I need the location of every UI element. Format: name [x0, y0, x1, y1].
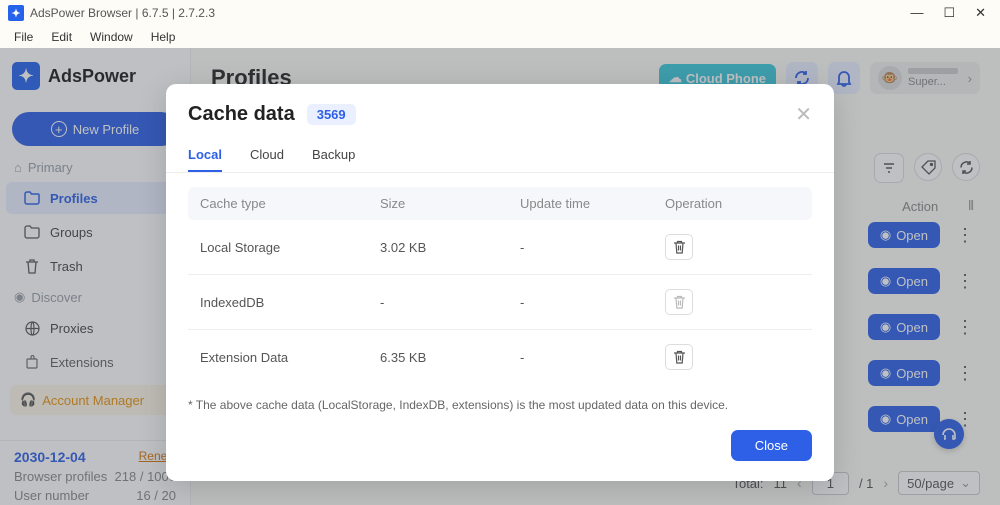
cell-update: - — [520, 240, 665, 255]
tab-cloud[interactable]: Cloud — [250, 139, 284, 172]
cache-data-modal: Cache data 3569 ✕ Local Cloud Backup Cac… — [166, 84, 834, 481]
cell-type: Local Storage — [200, 240, 380, 255]
maximize-button[interactable]: ☐ — [943, 5, 955, 21]
menubar: File Edit Window Help — [0, 26, 1000, 48]
window-title: AdsPower Browser | 6.7.5 | 2.7.2.3 — [30, 6, 215, 20]
menu-file[interactable]: File — [6, 28, 41, 46]
th-cache-type: Cache type — [200, 196, 380, 211]
app-icon: ✦ — [8, 5, 24, 21]
modal-close-button[interactable]: ✕ — [795, 102, 812, 127]
table-row: IndexedDB - - — [188, 275, 812, 330]
cell-type: IndexedDB — [200, 295, 380, 310]
menu-edit[interactable]: Edit — [43, 28, 80, 46]
delete-button[interactable] — [665, 344, 693, 370]
minimize-button[interactable]: — — [910, 5, 923, 21]
modal-title: Cache data — [188, 103, 295, 126]
cell-size: 6.35 KB — [380, 350, 520, 365]
cell-update: - — [520, 350, 665, 365]
close-window-button[interactable]: ✕ — [975, 5, 986, 21]
delete-button[interactable] — [665, 289, 693, 315]
table-row: Local Storage 3.02 KB - — [188, 220, 812, 275]
table-header: Cache type Size Update time Operation — [188, 187, 812, 220]
tab-local[interactable]: Local — [188, 139, 222, 172]
modal-overlay: Cache data 3569 ✕ Local Cloud Backup Cac… — [0, 48, 1000, 505]
menu-window[interactable]: Window — [82, 28, 141, 46]
delete-button[interactable] — [665, 234, 693, 260]
th-operation: Operation — [665, 196, 800, 211]
cell-size: - — [380, 295, 520, 310]
cell-size: 3.02 KB — [380, 240, 520, 255]
th-size: Size — [380, 196, 520, 211]
menu-help[interactable]: Help — [143, 28, 184, 46]
close-button[interactable]: Close — [731, 430, 812, 461]
cell-update: - — [520, 295, 665, 310]
modal-note: * The above cache data (LocalStorage, In… — [166, 384, 834, 416]
table-row: Extension Data 6.35 KB - — [188, 330, 812, 384]
tab-backup[interactable]: Backup — [312, 139, 355, 172]
window-titlebar: ✦ AdsPower Browser | 6.7.5 | 2.7.2.3 — ☐… — [0, 0, 1000, 26]
th-update-time: Update time — [520, 196, 665, 211]
modal-tabs: Local Cloud Backup — [166, 139, 834, 173]
cell-type: Extension Data — [200, 350, 380, 365]
cache-count-badge: 3569 — [307, 104, 356, 125]
